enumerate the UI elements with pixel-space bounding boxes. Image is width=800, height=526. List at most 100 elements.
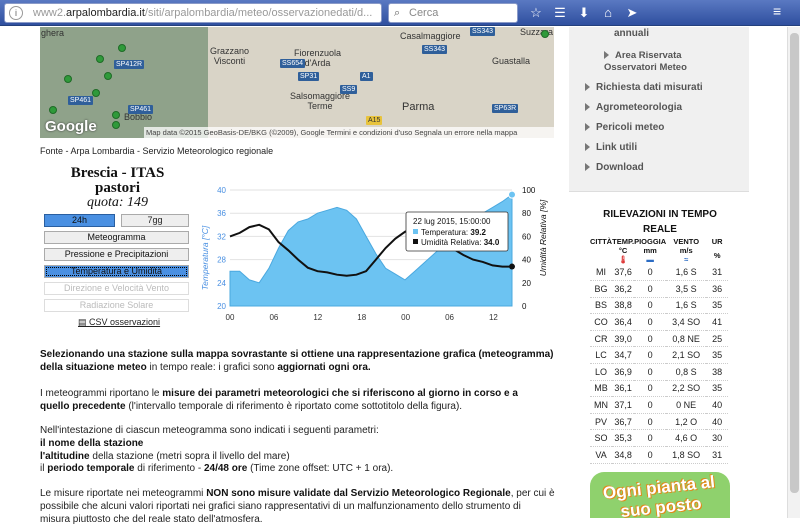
document-icon: ▤	[78, 317, 87, 327]
text: di riferimento -	[134, 463, 204, 475]
table-cell: 25	[706, 330, 729, 348]
y-left-tick: 36	[217, 209, 226, 218]
station-marker[interactable]	[118, 44, 126, 52]
station-name-line2: pastori	[95, 180, 140, 196]
sidebar-item-link-utili[interactable]: Link utili	[585, 142, 637, 153]
table-row: LC 34,7 0 2,1 SO 35	[590, 346, 729, 365]
url-bar[interactable]: i www2.arpalombardia.it/siti/arpalombard…	[4, 3, 382, 23]
text: in tempo reale: i grafici sono	[146, 361, 278, 373]
station-marker[interactable]	[112, 121, 120, 129]
meteogram-button[interactable]: Meteogramma	[44, 231, 189, 244]
map-label: Casalmaggiore	[400, 31, 461, 41]
table-cell: 35	[706, 346, 729, 365]
text-bold: l'altitudine	[40, 450, 90, 462]
station-marker[interactable]	[104, 72, 112, 80]
map-label: Parma	[402, 101, 435, 113]
sidebar-label: Download	[596, 162, 644, 173]
table-cell: 35,3	[612, 429, 635, 448]
map-label: Guastalla	[492, 56, 531, 66]
reading-list-icon[interactable]: ☰	[550, 3, 570, 23]
unit-text: m/s	[679, 246, 693, 255]
text-bold: periodo temporale	[47, 463, 135, 475]
disclaimer-paragraph: Le misure riportate nei meteogrammi NON …	[40, 488, 560, 526]
sidebar-item-richiesta[interactable]: Richiesta dati misurati	[585, 82, 703, 93]
table-row: VA 34,8 0 1,8 SO 31	[590, 446, 729, 464]
scrollbar-thumb[interactable]	[790, 33, 799, 493]
sidebar-item-riservata[interactable]: Area Riservata Osservatori Meteo	[604, 50, 687, 74]
table-cell: 35	[706, 380, 729, 398]
table-row: CO 36,4 0 3,4 SO 41	[590, 313, 729, 331]
solar-radiation-button: Radiazione Solare	[44, 299, 189, 312]
url-path: /siti/arpalombardia/meteo/osservazioneda…	[144, 7, 373, 19]
text-bold: misure dei parametri meteorologici che s…	[162, 388, 518, 399]
road-sign: SS343	[422, 45, 448, 54]
table-row: SO 35,3 0 4,6 O 30	[590, 429, 729, 448]
y-right-tick: 20	[522, 279, 531, 288]
unit-text: °C	[618, 246, 628, 255]
unit-label: mm ▬	[634, 246, 666, 264]
sidebar-item-download[interactable]: Download	[585, 162, 644, 173]
map-attribution[interactable]: Map data ©2015 GeoBasis-DE/BKG (©2009), …	[144, 127, 554, 138]
csv-download-link[interactable]: ▤ CSV osservazioni	[78, 317, 160, 328]
arrow-icon	[585, 143, 590, 152]
station-marker[interactable]	[112, 111, 120, 119]
scrollbar[interactable]	[787, 27, 800, 518]
table-cell: 0	[634, 429, 667, 448]
thermometer-icon: 🌡	[618, 255, 628, 264]
table-cell: MI	[590, 264, 613, 282]
station-marker[interactable]	[92, 89, 100, 97]
info-icon[interactable]: i	[9, 6, 23, 20]
x-tick: 06	[445, 313, 454, 322]
sidebar-item-agrometeorologia[interactable]: Agrometeorologia	[585, 102, 682, 113]
promo-banner[interactable]: Ogni pianta al suo posto	[590, 472, 730, 518]
arrow-icon	[585, 83, 590, 92]
table-cell: 38,8	[612, 297, 635, 315]
table-cell: 0	[634, 330, 667, 348]
y-left-tick: 40	[217, 186, 226, 195]
station-marker[interactable]	[49, 106, 57, 114]
search-placeholder: Cerca	[409, 7, 439, 19]
table-cell: 1,6 S	[666, 264, 707, 282]
table-cell: 0 NE	[666, 396, 707, 414]
sidebar-item-annuali[interactable]: annuali	[614, 28, 649, 39]
table-cell: 35	[706, 297, 729, 315]
table-cell: VA	[590, 446, 613, 464]
table-cell: MN	[590, 396, 613, 414]
period-24h-button[interactable]: 24h	[44, 214, 115, 227]
text-bold: aggiornati ogni ora.	[277, 361, 371, 373]
url-prefix: www2.	[33, 7, 67, 19]
bookmark-star-icon[interactable]: ☆	[526, 3, 546, 23]
tooltip-hum-label: Umidità Relativa:	[421, 238, 481, 247]
text: della stazione (metri sopra il livello d…	[89, 450, 290, 462]
table-cell: PV	[590, 413, 613, 431]
table-row: MB 36,1 0 2,2 SO 35	[590, 380, 729, 398]
table-cell: 1,6 S	[666, 297, 707, 315]
menu-icon[interactable]: ≡	[773, 3, 781, 19]
table-cell: BS	[590, 297, 613, 315]
url-host: arpalombardia.it	[66, 7, 145, 19]
download-icon[interactable]: ⬇	[574, 3, 594, 23]
temp-humidity-button[interactable]: Temperatura e Umidità	[44, 265, 189, 278]
google-logo: Google	[45, 118, 97, 135]
csv-label: CSV osservazioni	[89, 317, 161, 327]
text: possibile che alcuni valori riportati ne…	[40, 500, 521, 512]
period-7d-button[interactable]: 7gg	[121, 214, 189, 227]
send-icon[interactable]: ➤	[622, 3, 642, 23]
temperature-humidity-chart[interactable]: 20 24 28 32 36 40 0 20 40 60 80 100 00 06 12 18 00 06 12 T…	[200, 180, 560, 325]
table-cell: 36	[706, 280, 729, 298]
sidebar-item-pericoli[interactable]: Pericoli meteo	[585, 122, 664, 133]
pressure-precip-button[interactable]: Pressione e Precipitazioni	[44, 248, 189, 261]
table-cell: CO	[590, 313, 613, 331]
station-marker[interactable]	[541, 30, 549, 38]
search-input[interactable]: ⌕ Cerca	[388, 3, 518, 23]
x-tick: 00	[226, 313, 235, 322]
table-cell: 2,2 SO	[666, 380, 707, 398]
text: I meteogrammi riportano le	[40, 388, 163, 399]
home-icon[interactable]: ⌂	[598, 3, 618, 23]
table-cell: 0	[634, 446, 667, 464]
station-marker[interactable]	[64, 75, 72, 83]
y-left-tick: 20	[217, 302, 226, 311]
station-marker[interactable]	[96, 55, 104, 63]
station-map[interactable]: ghera Grazzano Visconti Fiorenzuola d'Ar…	[40, 27, 554, 138]
table-cell: 30	[706, 429, 729, 448]
